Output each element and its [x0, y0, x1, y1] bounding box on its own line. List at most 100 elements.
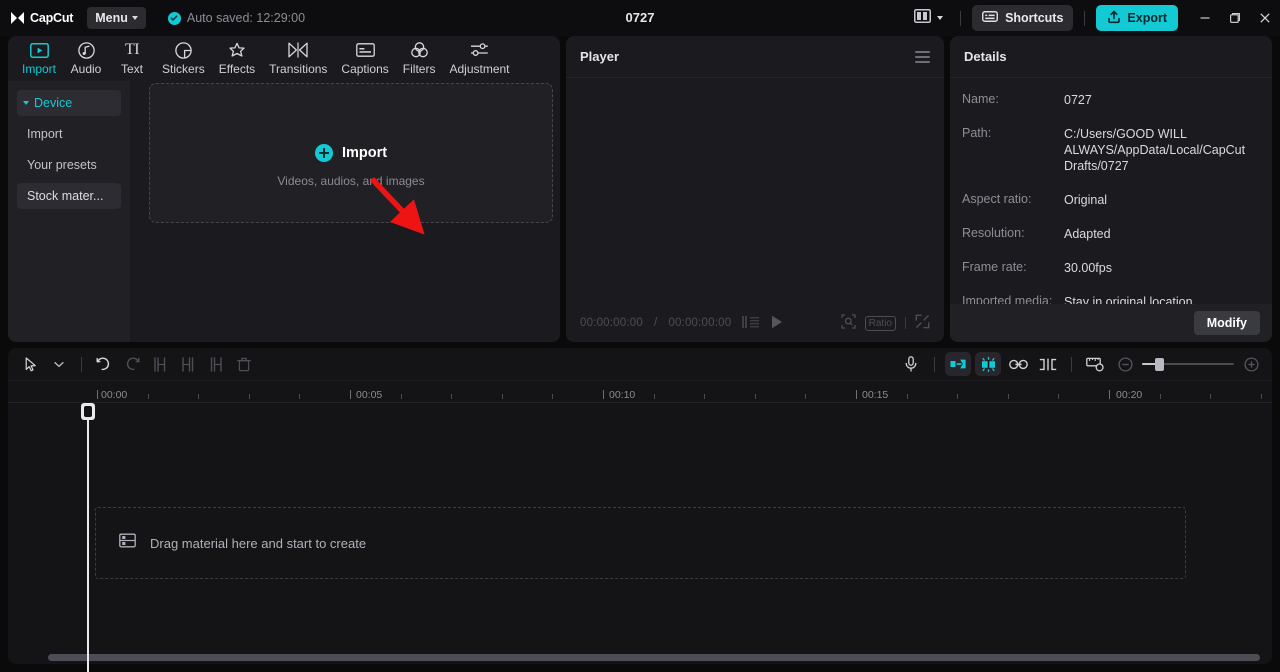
menu-button-label: Menu	[95, 11, 128, 25]
shortcuts-button[interactable]: Shortcuts	[972, 5, 1073, 31]
tab-stickers-label: Stickers	[162, 62, 205, 76]
ruler-label: 00:00	[101, 389, 127, 401]
detail-key: Path:	[962, 126, 1064, 174]
tab-captions[interactable]: Captions	[334, 36, 395, 81]
detail-value: 0727	[1064, 92, 1092, 108]
sidebar-item-label: Import	[27, 127, 62, 141]
media-sidebar: Device Import Your presets Stock mater..…	[8, 81, 130, 342]
detail-key: Aspect ratio:	[962, 192, 1064, 208]
media-tabs: Import Audio TI Text	[8, 36, 560, 81]
detail-value: Adapted	[1064, 226, 1111, 242]
trim-left-icon[interactable]	[175, 351, 201, 377]
divider	[1084, 11, 1085, 26]
modify-button[interactable]: Modify	[1194, 311, 1260, 335]
ruler-minor-tick	[148, 394, 149, 399]
ruler-minor-tick	[704, 394, 705, 399]
sidebar-item-device[interactable]: Device	[17, 90, 121, 116]
media-body: Device Import Your presets Stock mater..…	[8, 81, 560, 342]
ruler-label: 00:10	[609, 389, 635, 401]
playhead[interactable]	[87, 403, 89, 672]
tab-import-label: Import	[22, 62, 56, 76]
layout-panels-icon	[914, 9, 931, 28]
import-dropzone[interactable]: Import Videos, audios, and images	[149, 83, 553, 223]
sidebar-item-label: Your presets	[27, 158, 97, 172]
check-circle-icon	[168, 12, 181, 25]
cursor-dropdown-icon[interactable]	[46, 351, 72, 377]
export-button[interactable]: Export	[1096, 5, 1178, 31]
chevron-down-icon	[132, 16, 138, 20]
close-button[interactable]	[1250, 0, 1280, 36]
delete-icon[interactable]	[231, 351, 257, 377]
ruler-major-tick	[1109, 390, 1110, 399]
ruler-label: 00:20	[1116, 389, 1142, 401]
zoom-in-icon[interactable]	[1238, 351, 1264, 377]
detail-row-aspect-ratio: Aspect ratio: Original	[962, 192, 1258, 208]
effects-star-icon	[228, 42, 246, 59]
drop-material-hint: Drag material here and start to create	[150, 536, 366, 551]
detail-row-frame-rate: Frame rate: 30.00fps	[962, 260, 1258, 276]
detail-value: Original	[1064, 192, 1107, 208]
zoom-slider-thumb[interactable]	[1155, 358, 1164, 371]
ruler-major-tick	[856, 390, 857, 399]
detail-value: 30.00fps	[1064, 260, 1112, 276]
frame-step-icon[interactable]	[742, 316, 760, 331]
player-panel: Player 00:00:00:00 / 00:00:00:00	[566, 36, 944, 342]
link-icon[interactable]	[1005, 351, 1031, 377]
audio-note-icon	[78, 42, 95, 59]
preview-ruler-icon[interactable]	[1082, 351, 1108, 377]
detail-row-name: Name: 0727	[962, 92, 1258, 108]
zoom-slider[interactable]	[1142, 357, 1234, 371]
play-icon[interactable]	[771, 315, 783, 332]
trim-right-icon[interactable]	[203, 351, 229, 377]
tab-effects[interactable]: Effects	[212, 36, 262, 81]
layout-button[interactable]	[908, 5, 949, 32]
sidebar-item-label: Device	[34, 96, 72, 110]
mirror-icon[interactable]	[975, 352, 1001, 376]
import-hint: Videos, audios, and images	[150, 174, 552, 188]
captions-icon	[356, 42, 375, 59]
tab-audio[interactable]: Audio	[63, 36, 109, 81]
microphone-icon[interactable]	[898, 351, 924, 377]
sidebar-item-stock-materials[interactable]: Stock mater...	[17, 183, 121, 209]
crop-icon[interactable]	[841, 314, 856, 332]
player-stage[interactable]	[566, 78, 944, 304]
select-cursor-icon[interactable]	[18, 351, 44, 377]
tab-import[interactable]: Import	[15, 36, 63, 81]
tab-filters[interactable]: Filters	[396, 36, 443, 81]
player-header: Player	[566, 36, 944, 78]
maximize-button[interactable]	[1220, 0, 1250, 36]
timeline-tools-right	[898, 351, 1264, 377]
window-controls	[1190, 0, 1280, 36]
menu-button[interactable]: Menu	[87, 7, 146, 29]
auto-cut-icon[interactable]	[945, 352, 971, 376]
timeline-ruler[interactable]: 00:0000:0500:1000:1500:20	[8, 380, 1272, 402]
import-cta[interactable]: Import	[150, 144, 552, 162]
tab-stickers[interactable]: Stickers	[155, 36, 212, 81]
drop-material-track[interactable]: Drag material here and start to create	[95, 507, 1186, 579]
sidebar-item-import[interactable]: Import	[17, 121, 121, 147]
tab-text[interactable]: TI Text	[109, 36, 155, 81]
ratio-button[interactable]: Ratio	[865, 316, 896, 331]
tab-transitions[interactable]: Transitions	[262, 36, 334, 81]
redo-icon[interactable]	[119, 351, 145, 377]
timeline-tracks: Drag material here and start to create	[8, 402, 1272, 646]
minimize-button[interactable]	[1190, 0, 1220, 36]
hamburger-menu-icon[interactable]	[915, 51, 930, 63]
fullscreen-icon[interactable]	[915, 314, 930, 332]
tab-adjustment[interactable]: Adjustment	[442, 36, 516, 81]
snap-icon[interactable]	[1035, 351, 1061, 377]
player-total-time: 00:00:00:00	[668, 317, 731, 329]
shortcuts-label: Shortcuts	[1005, 11, 1063, 25]
horizontal-scrollbar[interactable]	[48, 654, 1260, 661]
undo-icon[interactable]	[91, 351, 117, 377]
details-panel: Details Name: 0727 Path: C:/Users/GOOD W…	[950, 36, 1272, 342]
divider	[934, 357, 935, 372]
split-icon[interactable]	[147, 351, 173, 377]
app-logo-text: CapCut	[30, 11, 73, 25]
zoom-out-icon[interactable]	[1112, 351, 1138, 377]
sidebar-item-your-presets[interactable]: Your presets	[17, 152, 121, 178]
ruler-minor-tick	[654, 394, 655, 399]
time-separator: /	[654, 317, 657, 329]
player-title: Player	[580, 49, 619, 64]
divider	[81, 357, 82, 372]
